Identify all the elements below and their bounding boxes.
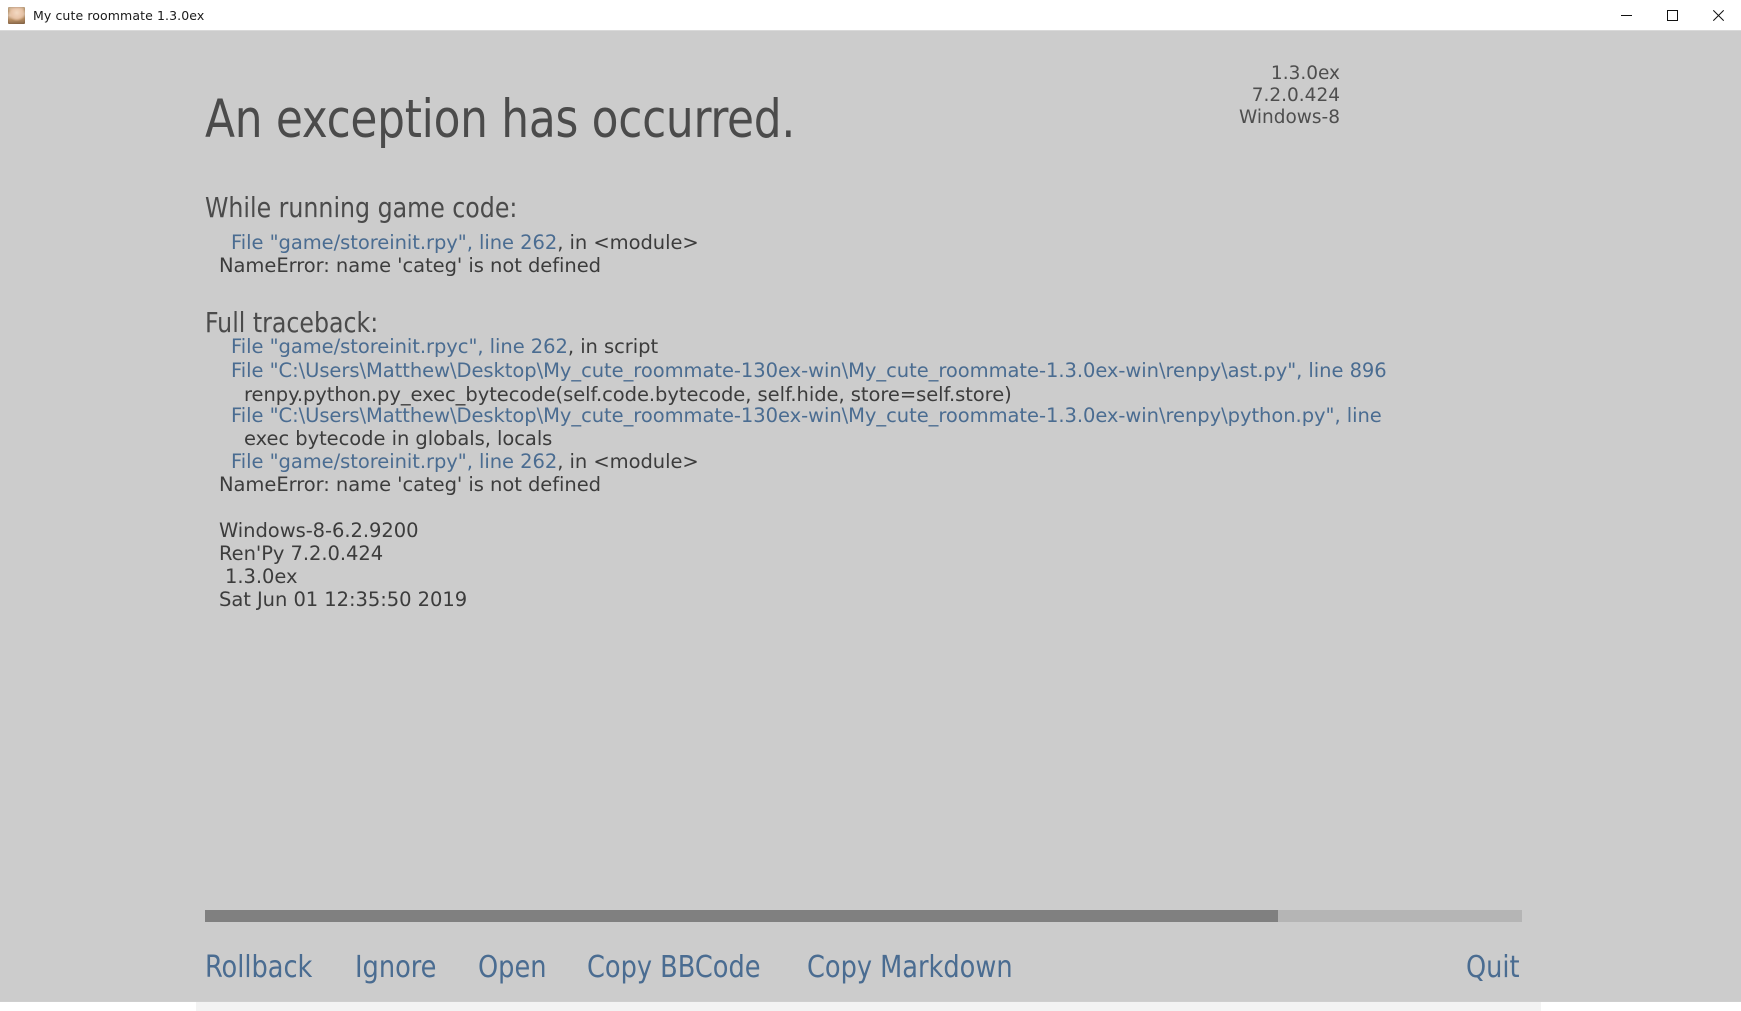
traceback-line-suffix: , in <module> [557, 231, 699, 254]
version-info-block: 1.3.0ex 7.2.0.424 Windows-8 [1239, 63, 1340, 129]
traceback-line[interactable]: File "C:\Users\Matthew\Desktop\My_cute_r… [231, 359, 1387, 383]
copy-markdown-button[interactable]: Copy Markdown [807, 950, 1013, 985]
window-bottom-edge [0, 1001, 1741, 1011]
traceback-file-link[interactable]: File "game/storeinit.rpy", line 262 [231, 450, 557, 473]
page-title: An exception has occurred. [205, 89, 795, 150]
traceback-file-link[interactable]: File "game/storeinit.rpy", line 262 [231, 231, 557, 254]
traceback-line[interactable]: File "game/storeinit.rpy", line 262, in … [231, 231, 699, 255]
ignore-button[interactable]: Ignore [355, 950, 436, 985]
error-body: 1.3.0ex 7.2.0.424 Windows-8 An exception… [0, 31, 1741, 1010]
traceback-file-link[interactable]: File "game/storeinit.rpyc", line 262 [231, 335, 568, 358]
rollback-button[interactable]: Rollback [205, 950, 312, 985]
environment-timestamp: Sat Jun 01 12:35:50 2019 [219, 588, 468, 611]
copy-bbcode-button[interactable]: Copy BBCode [587, 950, 761, 985]
scrollbar[interactable] [205, 910, 1522, 922]
app-portrait-icon [8, 6, 25, 24]
open-button[interactable]: Open [478, 950, 547, 985]
traceback-file-link[interactable]: File "C:\Users\Matthew\Desktop\My_cute_r… [231, 404, 1382, 427]
action-button-bar: Rollback Ignore Open Copy BBCode Copy Ma… [205, 944, 1522, 990]
window-titlebar[interactable]: My cute roommate 1.3.0ex [0, 0, 1741, 31]
traceback-line[interactable]: File "C:\Users\Matthew\Desktop\My_cute_r… [231, 404, 1382, 428]
quit-button[interactable]: Quit [1466, 950, 1520, 985]
traceback-error-line: NameError: name 'categ' is not defined [219, 254, 601, 277]
renpy-exception-screen: 1.3.0ex 7.2.0.424 Windows-8 An exception… [0, 31, 1741, 1010]
window-controls [1603, 0, 1741, 31]
maximize-icon[interactable] [1649, 0, 1695, 31]
environment-line: Windows-8-6.2.9200 [219, 519, 419, 542]
window-title: My cute roommate 1.3.0ex [33, 7, 205, 23]
scrollbar-thumb[interactable] [205, 910, 1279, 922]
traceback-error-line: NameError: name 'categ' is not defined [219, 473, 601, 496]
traceback-line-suffix: , in <module> [557, 450, 699, 473]
minimize-icon[interactable] [1603, 0, 1649, 31]
traceback-file-link[interactable]: File "C:\Users\Matthew\Desktop\My_cute_r… [231, 359, 1387, 382]
traceback-line[interactable]: File "game/storeinit.rpy", line 262, in … [231, 450, 699, 474]
environment-line: Ren'Py 7.2.0.424 [219, 542, 384, 565]
traceback-code-line: exec bytecode in globals, locals [244, 427, 553, 450]
platform-version: Windows-8 [1238, 107, 1340, 128]
traceback-line-suffix: , in script [567, 335, 659, 358]
section-heading-running-game-code: While running game code: [205, 191, 518, 224]
game-version: 1.3.0ex [1270, 63, 1340, 84]
engine-version: 7.2.0.424 [1251, 85, 1340, 106]
traceback-line[interactable]: File "game/storeinit.rpyc", line 262, in… [231, 335, 658, 359]
environment-line: 1.3.0ex [225, 565, 298, 588]
close-icon[interactable] [1695, 0, 1741, 31]
